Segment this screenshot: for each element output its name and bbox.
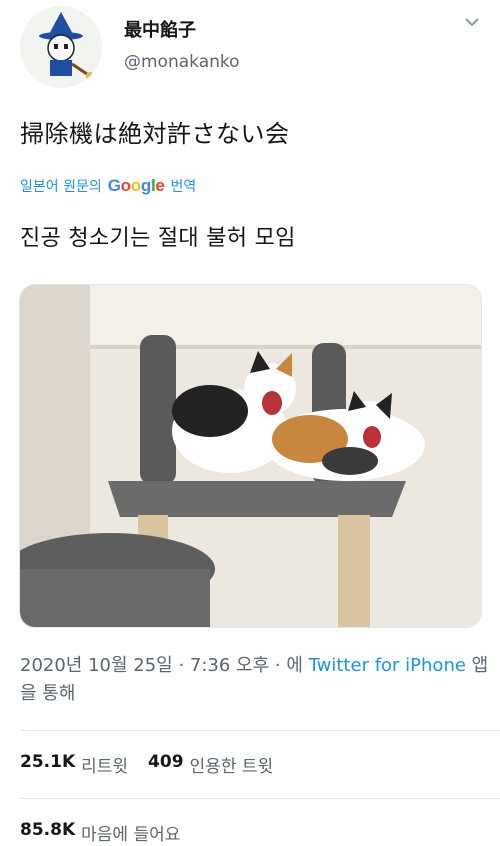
avatar[interactable] [20,6,102,88]
user-handle[interactable]: @monakanko [124,52,240,72]
retweets-label[interactable]: 리트윗 [81,752,128,777]
tweet-timestamp[interactable]: 2020년 10월 25일 · 7:36 오후 · 에 [20,655,303,676]
tweet-photo[interactable] [19,284,482,628]
divider [20,730,500,731]
divider [20,798,500,799]
likes-label[interactable]: 마음에 들어요 [81,820,180,845]
tweet-meta: 2020년 10월 25일 · 7:36 오후 · 에 Twitter for … [20,652,490,708]
translate-prefix: 일본어 원문의 [20,179,102,195]
translation-attribution[interactable]: 일본어 원문의 Google 번역 [20,176,196,196]
retweets-count[interactable]: 25.1K [20,752,75,777]
user-name[interactable]: 最中餡子 [124,16,196,42]
translated-text: 진공 청소기는 절대 불허 모임 [20,226,296,251]
quotes-count[interactable]: 409 [148,752,184,777]
chevron-down-icon[interactable] [462,12,482,32]
likes-count[interactable]: 85.8K [20,820,75,845]
likes-stats: 85.8K 마음에 들어요 [20,820,180,845]
cat-tower-photo [20,285,481,627]
quotes-label[interactable]: 인용한 트윗 [190,752,274,777]
source-link[interactable]: Twitter for iPhone [309,655,466,676]
witch-cat-avatar-icon [39,12,94,80]
translate-suffix: 번역 [170,179,197,195]
google-logo: Google [107,176,165,195]
tweet-text: 掃除機は絶対許さない会 [20,120,290,148]
tweet-header: 最中餡子 @monakanko [0,0,500,90]
engagement-stats: 25.1K 리트윗 409 인용한 트윗 [20,752,273,777]
